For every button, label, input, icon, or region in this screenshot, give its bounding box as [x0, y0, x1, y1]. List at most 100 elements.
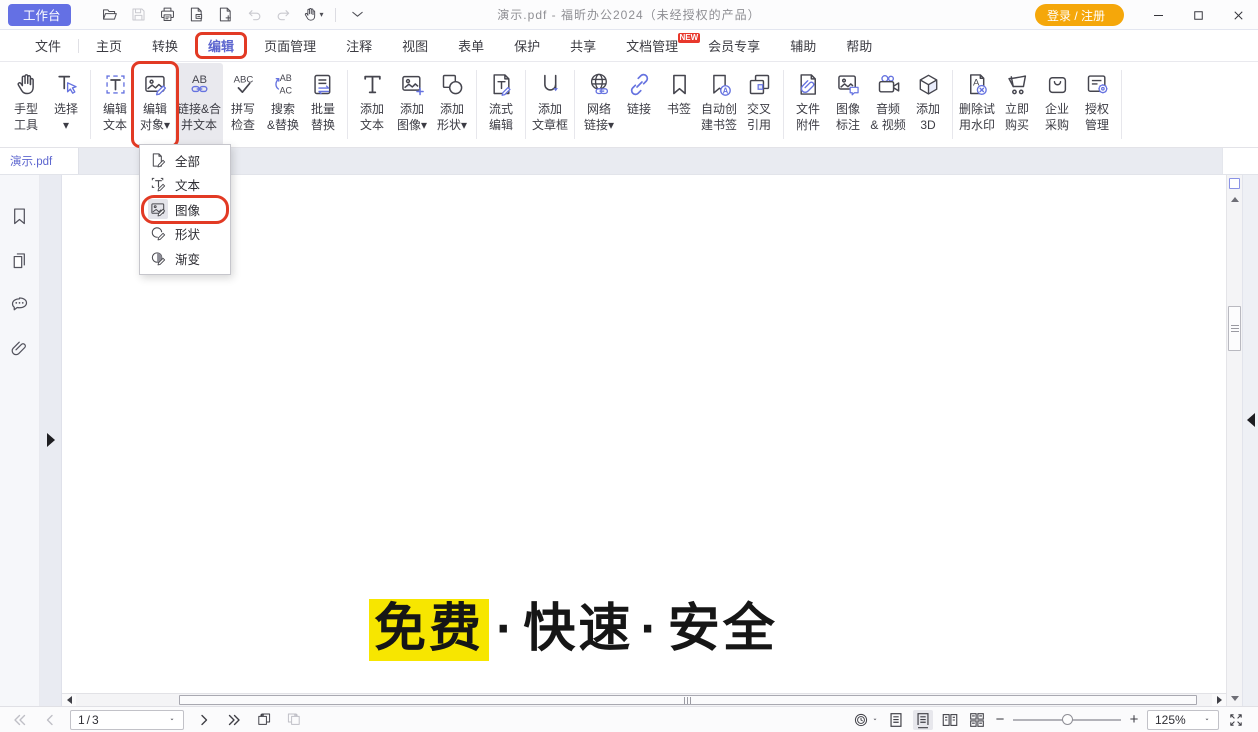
print-button[interactable] — [157, 3, 179, 27]
menu-item-member[interactable]: 会员专享 — [708, 30, 760, 61]
add-text-button[interactable]: 添加 文本 — [352, 63, 392, 146]
comments-panel-button[interactable] — [7, 291, 33, 317]
view-history-button[interactable] — [853, 710, 879, 730]
menu-item-protect[interactable]: 保护 — [514, 30, 540, 61]
hand-tool-button[interactable]: ▾ — [302, 3, 324, 27]
om-image-icon — [148, 199, 168, 219]
menu-item-assist[interactable]: 辅助 — [790, 30, 816, 61]
vertical-scrollbar[interactable] — [1226, 175, 1242, 706]
undo-button[interactable] — [244, 3, 266, 27]
object-menu-item-image[interactable]: 图像 — [140, 197, 230, 222]
spell-check-button[interactable]: ABC拼写 检查 — [223, 63, 263, 146]
facing-view-button[interactable] — [940, 710, 960, 730]
page-number-input[interactable]: 1/3 — [70, 710, 184, 730]
expand-right-panel-handle[interactable] — [1247, 413, 1255, 427]
flow-edit-button[interactable]: 流式 编辑 — [481, 63, 521, 146]
zoom-level-select[interactable]: 125% — [1147, 710, 1219, 730]
bookmark-button[interactable]: 书签 — [659, 63, 699, 146]
auto-create-bookmark-button[interactable]: A自动创 建书签 — [699, 63, 739, 146]
facing-continuous-view-button[interactable] — [967, 710, 987, 730]
edit-text-button[interactable]: 编辑 文本 — [95, 63, 135, 146]
edit-object-button[interactable]: 编辑 对象▾ — [135, 63, 175, 146]
menu-item-view[interactable]: 视图 — [402, 30, 428, 61]
enterprise-icon — [1044, 68, 1071, 100]
batch-replace-button[interactable]: 批量 替换 — [303, 63, 343, 146]
hand-icon — [302, 6, 319, 23]
prev-view-icon — [256, 712, 272, 728]
tab-active-document[interactable]: 演示.pdf — [0, 148, 78, 174]
horizontal-scroll-track[interactable] — [76, 694, 1212, 706]
pages-panel-button[interactable] — [7, 247, 33, 273]
menu-item-convert[interactable]: 转换 — [152, 30, 178, 61]
hand-tool-button[interactable]: 手型 工具 — [6, 63, 46, 146]
scroll-down-arrow[interactable] — [1227, 692, 1242, 704]
add-3d-button[interactable]: 添加 3D — [908, 63, 948, 146]
horizontal-scrollbar[interactable] — [62, 693, 1226, 706]
web-link-button[interactable]: 网络 链接▾ — [579, 63, 619, 146]
attachments-panel-button[interactable] — [7, 335, 33, 361]
add-image-button[interactable]: 添加 图像▾ — [392, 63, 432, 146]
object-menu-item-gradient[interactable]: 渐变 — [140, 246, 230, 271]
zoom-slider-thumb[interactable] — [1062, 714, 1073, 725]
prev-page-button[interactable] — [40, 710, 60, 730]
horizontal-scroll-thumb[interactable] — [179, 695, 1197, 705]
select-button[interactable]: 选择 ▾ — [46, 63, 86, 146]
open-file-button[interactable] — [99, 3, 121, 27]
file-attachment-button[interactable]: 文件 附件 — [788, 63, 828, 146]
add-article-box-button[interactable]: 添加 文章框 — [530, 63, 570, 146]
menu-item-file[interactable]: 文件 — [35, 30, 61, 61]
enterprise-purchase-button[interactable]: 企业 采购 — [1037, 63, 1077, 146]
customize-toolbar-button[interactable] — [347, 3, 369, 27]
menu-item-form[interactable]: 表单 — [458, 30, 484, 61]
bookmarks-panel-button[interactable] — [7, 203, 33, 229]
next-view-button[interactable] — [284, 710, 304, 730]
scroll-up-arrow[interactable] — [1227, 193, 1242, 205]
scroll-left-arrow[interactable] — [62, 694, 76, 706]
license-manage-button[interactable]: 授权 管理 — [1077, 63, 1117, 146]
continuous-view-button[interactable] — [913, 710, 933, 730]
cross-reference-button[interactable]: 交叉 引用 — [739, 63, 779, 146]
search-replace-button[interactable]: ABAC搜索 &替换 — [263, 63, 303, 146]
menu-item-doc-manage[interactable]: 文档管理NEW — [626, 30, 678, 61]
menu-item-comment[interactable]: 注释 — [346, 30, 372, 61]
object-menu-item-shape[interactable]: 形状 — [140, 222, 230, 247]
menu-item-edit[interactable]: 编辑 — [208, 30, 234, 61]
menu-item-help[interactable]: 帮助 — [846, 30, 872, 61]
object-menu-item-all[interactable]: 全部 — [140, 148, 230, 173]
next-page-button[interactable] — [194, 710, 214, 730]
nav-first-icon — [12, 712, 28, 728]
tabbar-empty-area — [78, 148, 1222, 174]
object-menu-item-text[interactable]: 文本 — [140, 173, 230, 198]
expand-panel-handle[interactable] — [47, 433, 55, 447]
save-button[interactable] — [128, 3, 150, 27]
create-pdf-button[interactable] — [215, 3, 237, 27]
menu-item-home[interactable]: 主页 — [96, 30, 122, 61]
link-button[interactable]: 链接 — [619, 63, 659, 146]
menu-item-share[interactable]: 共享 — [570, 30, 596, 61]
redo-button[interactable] — [273, 3, 295, 27]
minimize-button[interactable] — [1138, 0, 1178, 30]
maximize-button[interactable] — [1178, 0, 1218, 30]
image-annotation-button[interactable]: 图像 标注 — [828, 63, 868, 146]
login-register-button[interactable]: 登录 / 注册 — [1035, 4, 1124, 26]
last-page-button[interactable] — [224, 710, 244, 730]
workspace-button[interactable]: 工作台 — [8, 4, 71, 26]
zoom-out-button[interactable]: − — [994, 712, 1006, 727]
vertical-scroll-thumb[interactable] — [1228, 306, 1241, 351]
buy-now-button[interactable]: 立即 购买 — [997, 63, 1037, 146]
add-shape-button[interactable]: 添加 形状▾ — [432, 63, 472, 146]
zoom-in-button[interactable]: + — [1128, 712, 1140, 727]
link-merge-text-button[interactable]: AB链接&合 并文本 — [175, 63, 223, 146]
close-button[interactable] — [1218, 0, 1258, 30]
export-pdf-button[interactable] — [186, 3, 208, 27]
menu-item-page-manage[interactable]: 页面管理 — [264, 30, 316, 61]
single-page-view-button[interactable] — [886, 710, 906, 730]
zoom-slider[interactable] — [1013, 711, 1121, 729]
first-page-button[interactable] — [10, 710, 30, 730]
fit-screen-button[interactable] — [1226, 710, 1246, 730]
previous-view-button[interactable] — [254, 710, 274, 730]
remove-trial-watermark-button[interactable]: A删除试 用水印 — [957, 63, 997, 146]
document-viewport[interactable]: 免费·快速·安全 — [62, 175, 1226, 706]
scroll-right-arrow[interactable] — [1212, 694, 1226, 706]
audio-video-button[interactable]: 音频 & 视频 — [868, 63, 908, 146]
